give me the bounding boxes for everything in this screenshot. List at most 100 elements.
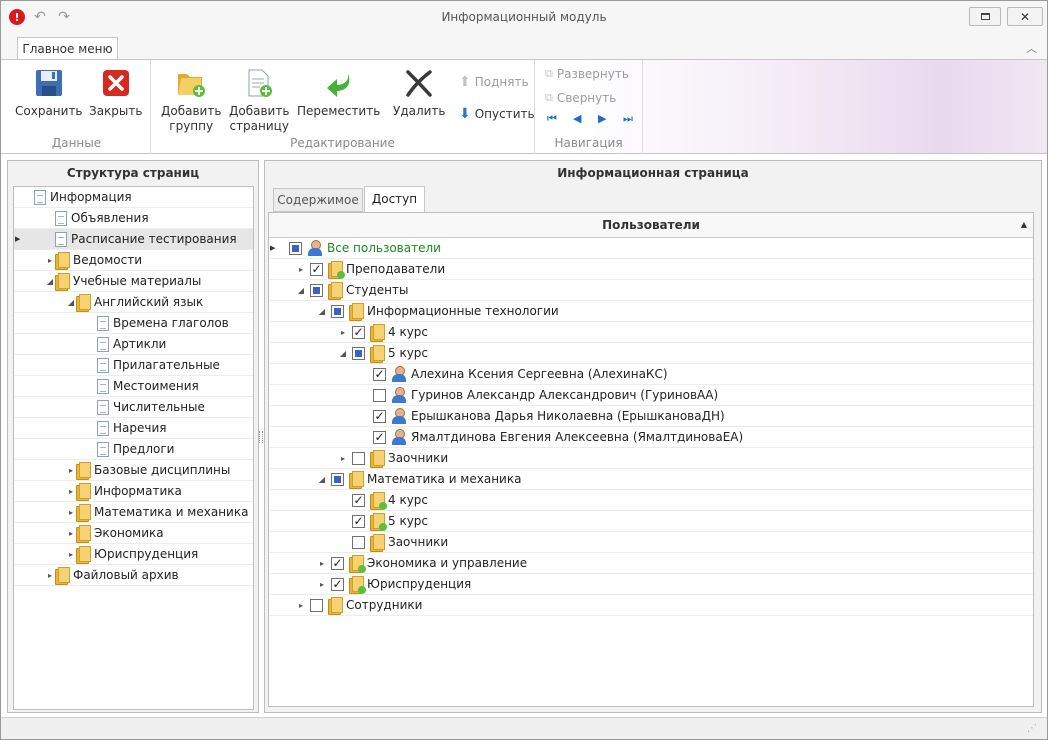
- access-checkbox[interactable]: ✓: [352, 325, 365, 339]
- page-tree-item[interactable]: Прилагательные: [14, 355, 253, 376]
- expand-arrow-icon[interactable]: ◢: [317, 475, 327, 484]
- access-checkbox[interactable]: ✓: [310, 262, 323, 276]
- close-button[interactable]: Закрыть: [89, 66, 142, 119]
- add-page-button[interactable]: Добавить страницу: [229, 66, 289, 134]
- close-window-button[interactable]: ✕: [1007, 7, 1043, 26]
- move-down-button[interactable]: ⬇ Опустить: [459, 105, 535, 123]
- page-tree-item[interactable]: Артикли: [14, 334, 253, 355]
- tab-access[interactable]: Доступ: [364, 186, 425, 213]
- move-up-button[interactable]: ⬆ Поднять: [459, 73, 529, 91]
- page-tree-item[interactable]: Числительные: [14, 397, 253, 418]
- page-tree-item[interactable]: ▸ Информатика: [14, 481, 253, 502]
- move-button[interactable]: Переместить: [297, 66, 380, 119]
- access-checkbox[interactable]: [352, 535, 365, 549]
- access-checkbox[interactable]: ✓: [373, 430, 386, 444]
- users-tree-label: Сотрудники: [346, 598, 423, 612]
- expand-arrow-icon[interactable]: ◢: [338, 349, 348, 358]
- page-tree-item[interactable]: ▸ Файловый архив: [14, 565, 253, 586]
- add-group-button[interactable]: Добавить группу: [161, 66, 221, 134]
- access-checkbox[interactable]: [310, 598, 323, 612]
- users-tree-row[interactable]: ✓ Ерышканова Дарья Николаевна (Ерышканова…: [269, 406, 1033, 427]
- users-tree-row[interactable]: ▶ Все пользователи: [269, 238, 1033, 259]
- expand-arrow-icon[interactable]: ▸: [296, 601, 306, 610]
- users-tree-row[interactable]: ◢ Математика и механика: [269, 469, 1033, 490]
- page-tree-item[interactable]: ▸ Юриспруденция: [14, 544, 253, 565]
- users-tree-row[interactable]: ◢ 5 курс: [269, 343, 1033, 364]
- page-tree-item[interactable]: Наречия: [14, 418, 253, 439]
- expand-arrow-icon[interactable]: ◢: [66, 298, 76, 307]
- access-checkbox[interactable]: ✓: [352, 493, 365, 507]
- expand-arrow-icon[interactable]: ▸: [66, 550, 76, 559]
- folder-icon: [76, 294, 91, 312]
- page-tree-item[interactable]: ▶ Расписание тестирования: [14, 229, 253, 250]
- page-tree-item[interactable]: ▸ Экономика: [14, 523, 253, 544]
- panel-splitter[interactable]: [259, 431, 263, 443]
- users-tree-row[interactable]: ▸ Сотрудники: [269, 595, 1033, 616]
- users-tree-row[interactable]: ▸ ✓ Юриспруденция: [269, 574, 1033, 595]
- expand-button[interactable]: ⧉ Развернуть: [545, 65, 629, 83]
- minimize-button[interactable]: [969, 7, 1001, 26]
- access-checkbox[interactable]: [352, 346, 365, 360]
- page-tree-item[interactable]: Времена глаголов: [14, 313, 253, 334]
- chevron-up-icon[interactable]: ︿: [1026, 40, 1037, 56]
- expand-arrow-icon[interactable]: ▸: [317, 580, 327, 589]
- collapse-button[interactable]: ⧉ Свернуть: [545, 89, 616, 107]
- users-tree-row[interactable]: ✓ 4 курс: [269, 490, 1033, 511]
- users-tree-row[interactable]: ▸ ✓ Экономика и управление: [269, 553, 1033, 574]
- users-tree-row[interactable]: ◢ Студенты: [269, 280, 1033, 301]
- expand-arrow-icon[interactable]: ◢: [296, 286, 306, 295]
- access-checkbox[interactable]: ✓: [331, 556, 344, 570]
- access-checkbox[interactable]: ✓: [373, 409, 386, 423]
- users-tree-row[interactable]: Заочники: [269, 532, 1033, 553]
- page-tree-item[interactable]: Объявления: [14, 208, 253, 229]
- access-checkbox[interactable]: [331, 304, 344, 318]
- users-tree-row[interactable]: ▸ Заочники: [269, 448, 1033, 469]
- folder-icon: [370, 324, 385, 342]
- save-button[interactable]: Сохранить: [15, 66, 83, 119]
- expand-arrow-icon[interactable]: ▸: [66, 487, 76, 496]
- page-tree-item[interactable]: ▸ Математика и механика: [14, 502, 253, 523]
- page-tree-item[interactable]: Предлоги: [14, 439, 253, 460]
- nav-first-icon[interactable]: ⏮: [547, 112, 559, 126]
- users-column-header[interactable]: Пользователи ▲: [269, 213, 1033, 238]
- expand-arrow-icon[interactable]: ▸: [66, 508, 76, 517]
- users-tree-row[interactable]: ▸ ✓ Преподаватели: [269, 259, 1033, 280]
- expand-arrow-icon[interactable]: ◢: [45, 277, 55, 286]
- expand-arrow-icon[interactable]: ▸: [296, 265, 306, 274]
- nav-prev-icon[interactable]: ◀: [573, 112, 585, 126]
- users-tree-row[interactable]: ✓ 5 курс: [269, 511, 1033, 532]
- expand-arrow-icon[interactable]: ▸: [338, 328, 348, 337]
- expand-arrow-icon[interactable]: ▸: [317, 559, 327, 568]
- expand-arrow-icon[interactable]: ▸: [45, 256, 55, 265]
- access-checkbox[interactable]: [331, 472, 344, 486]
- users-tree-row[interactable]: ✓ Алехина Ксения Сергеевна (АлехинаКС): [269, 364, 1033, 385]
- page-tree-item[interactable]: ◢ Английский язык: [14, 292, 253, 313]
- access-checkbox[interactable]: ✓: [331, 577, 344, 591]
- expand-arrow-icon[interactable]: ▸: [66, 529, 76, 538]
- users-tree-row[interactable]: ✓ Ямалтдинова Евгения Алексеевна (Ямалтди…: [269, 427, 1033, 448]
- delete-button[interactable]: Удалить: [393, 66, 446, 119]
- nav-next-icon[interactable]: ▶: [598, 112, 610, 126]
- users-tree-row[interactable]: ◢ Информационные технологии: [269, 301, 1033, 322]
- page-tree-item[interactable]: Местоимения: [14, 376, 253, 397]
- page-tree-item[interactable]: ▸ Ведомости: [14, 250, 253, 271]
- page-tree-item[interactable]: ▸ Базовые дисциплины: [14, 460, 253, 481]
- nav-last-icon[interactable]: ⏭: [623, 112, 635, 126]
- expand-arrow-icon[interactable]: ▸: [45, 571, 55, 580]
- page-tree-item[interactable]: ◢ Учебные материалы: [14, 271, 253, 292]
- tab-main-menu[interactable]: Главное меню: [17, 37, 118, 61]
- resize-grip-icon[interactable]: ⋰: [1027, 723, 1039, 735]
- page-tree-item[interactable]: Информация: [14, 187, 253, 208]
- expand-arrow-icon[interactable]: ◢: [317, 307, 327, 316]
- users-tree-row[interactable]: Гуринов Александр Александрович (Гуринов…: [269, 385, 1033, 406]
- users-tree-row[interactable]: ▸ ✓ 4 курс: [269, 322, 1033, 343]
- tab-content[interactable]: Содержимое: [273, 188, 363, 212]
- access-checkbox[interactable]: [352, 451, 365, 465]
- expand-arrow-icon[interactable]: ▸: [66, 466, 76, 475]
- access-checkbox[interactable]: ✓: [352, 514, 365, 528]
- access-checkbox[interactable]: [289, 241, 302, 255]
- access-checkbox[interactable]: [373, 388, 386, 402]
- expand-arrow-icon[interactable]: ▸: [338, 454, 348, 463]
- access-checkbox[interactable]: [310, 283, 323, 297]
- access-checkbox[interactable]: ✓: [373, 367, 386, 381]
